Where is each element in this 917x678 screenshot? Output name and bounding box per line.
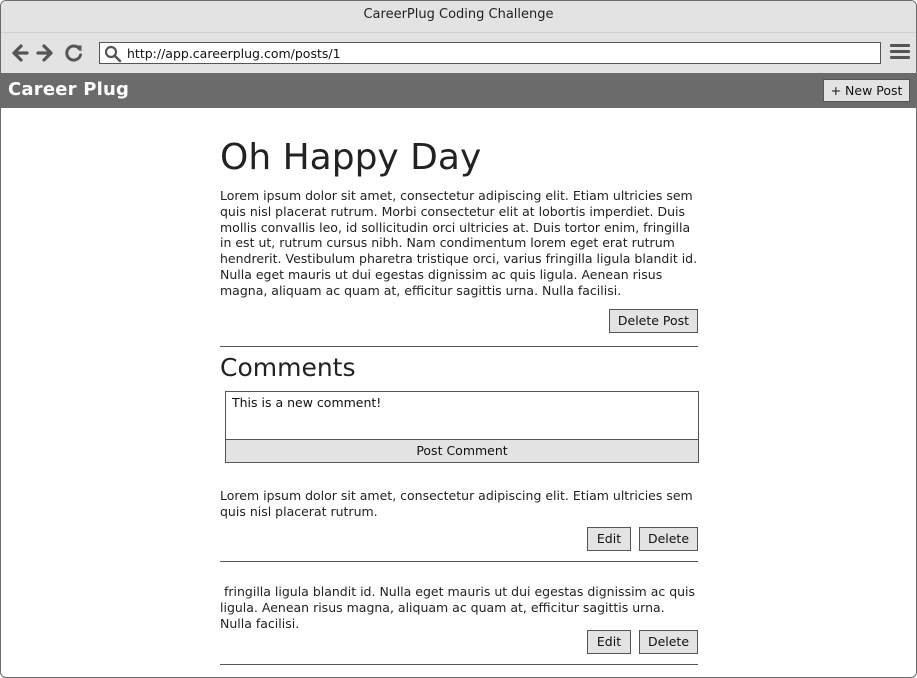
window-title: CareerPlug Coding Challenge bbox=[1, 1, 916, 33]
reload-icon[interactable] bbox=[63, 42, 85, 64]
new-post-button[interactable]: + New Post bbox=[823, 79, 910, 102]
search-icon bbox=[104, 45, 122, 63]
comments-heading: Comments bbox=[220, 353, 356, 382]
edit-comment-button[interactable]: Edit bbox=[587, 527, 631, 551]
post-body: Lorem ipsum dolor sit amet, consectetur … bbox=[220, 188, 698, 298]
divider bbox=[220, 664, 698, 665]
post-title: Oh Happy Day bbox=[220, 137, 482, 178]
brand-logo[interactable]: Career Plug bbox=[8, 79, 129, 100]
url-text: http://app.careerplug.com/posts/1 bbox=[127, 46, 341, 61]
browser-window: CareerPlug Coding Challenge http://app.c… bbox=[0, 0, 917, 678]
new-comment-form: Post Comment bbox=[225, 391, 699, 463]
delete-comment-button[interactable]: Delete bbox=[639, 630, 698, 654]
delete-comment-button[interactable]: Delete bbox=[639, 527, 698, 551]
back-arrow-icon[interactable] bbox=[9, 42, 31, 64]
hamburger-menu-icon[interactable] bbox=[890, 44, 910, 62]
divider bbox=[220, 561, 698, 562]
browser-toolbar: http://app.careerplug.com/posts/1 bbox=[1, 33, 916, 74]
app-header: Career Plug + New Post bbox=[1, 73, 916, 108]
post-comment-button[interactable]: Post Comment bbox=[225, 439, 699, 463]
divider bbox=[220, 346, 698, 347]
edit-comment-button[interactable]: Edit bbox=[587, 630, 631, 654]
address-bar[interactable]: http://app.careerplug.com/posts/1 bbox=[99, 42, 881, 64]
comment-input[interactable] bbox=[226, 392, 698, 440]
delete-post-button[interactable]: Delete Post bbox=[609, 309, 698, 333]
forward-arrow-icon[interactable] bbox=[34, 42, 56, 64]
comment-text: Lorem ipsum dolor sit amet, consectetur … bbox=[220, 488, 693, 519]
comment-text: fringilla ligula blandit id. Nulla eget … bbox=[220, 584, 700, 631]
